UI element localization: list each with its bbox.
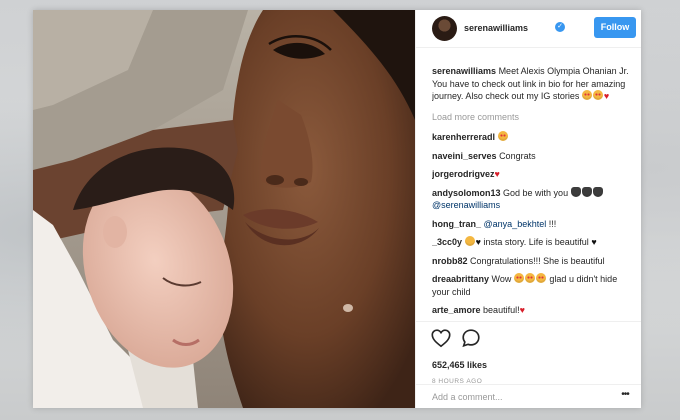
smiling-emoji-icon	[464, 236, 475, 246]
add-comment-input[interactable]	[432, 389, 602, 405]
comment-username[interactable]: karenherreradl	[432, 132, 495, 142]
comment-text: Wow	[491, 274, 512, 284]
heart-eyes-emoji-icon	[524, 273, 535, 283]
post-photo	[33, 10, 415, 408]
comment-text: beautiful!	[483, 305, 520, 315]
heart-eyes-emoji-icon	[513, 273, 524, 283]
post-header: serenawilliams ✓ Follow	[416, 10, 641, 48]
praying-hands-emoji-icon	[592, 186, 603, 197]
follow-button[interactable]: Follow	[594, 17, 636, 38]
comments-list: serenawilliams Meet Alexis Olympia Ohani…	[432, 65, 637, 319]
red-heart-icon: ♥	[603, 91, 610, 101]
comment-text: !!!	[548, 218, 557, 229]
heart-eyes-emoji-icon	[592, 90, 603, 100]
comment-text: Congrats	[499, 150, 536, 161]
comment-item: _3cc0y ♥ insta story. Life is beautiful …	[432, 236, 637, 249]
comment-username[interactable]: _3cc0y	[432, 237, 462, 247]
comment-item: dreaabrittany Wow glad u didn't hide you…	[432, 273, 637, 298]
praying-hands-emoji-icon	[570, 186, 581, 197]
comment-item: naveini_serves Congrats	[432, 150, 637, 163]
heart-outline-icon[interactable]	[430, 327, 452, 349]
comment-item: hong_tran_ @anya_bekhtel !!!	[432, 218, 637, 231]
comment-item: arte_amore beautiful!♥	[432, 304, 637, 317]
verified-badge-icon: ✓	[555, 22, 565, 32]
likes-count[interactable]: 652,465 likes	[432, 360, 487, 370]
comment-username[interactable]: dreaabrittany	[432, 274, 489, 284]
comment-mention[interactable]: @serenawilliams	[432, 200, 500, 210]
comment-text: Congratulations!!! She is beautiful	[470, 255, 605, 266]
comment-username[interactable]: naveini_serves	[432, 151, 497, 161]
heart-eyes-emoji-icon	[535, 273, 546, 283]
black-heart-icon: ♥	[591, 237, 597, 247]
header-username[interactable]: serenawilliams	[464, 23, 528, 33]
heart-eyes-emoji-icon	[581, 90, 592, 100]
comment-username[interactable]: hong_tran_	[432, 219, 481, 229]
comment-mention[interactable]: @anya_bekhtel	[484, 219, 547, 229]
red-heart-icon: ♥	[494, 169, 500, 179]
red-heart-icon: ♥	[519, 305, 525, 315]
comment-item: karenherreradl	[432, 131, 637, 144]
mother-and-newborn-photo	[33, 10, 415, 408]
comment-item: nrobb82 Congratulations!!! She is beauti…	[432, 255, 637, 268]
comment-username[interactable]: arte_amore	[432, 305, 481, 315]
speech-bubble-icon[interactable]	[460, 327, 482, 349]
comment-item: jorgerodrigvez♥	[432, 168, 637, 181]
praying-hands-emoji-icon	[581, 186, 592, 197]
comment-username[interactable]: nrobb82	[432, 256, 468, 266]
comment-item: andysolomon13 God be with you @serenawil…	[432, 186, 637, 212]
ellipsis-icon[interactable]: •••	[617, 389, 633, 403]
heart-eyes-emoji-icon	[497, 131, 508, 141]
instagram-post: serenawilliams ✓ Follow serenawilliams M…	[33, 10, 641, 408]
load-more-comments-link[interactable]: Load more comments	[432, 111, 637, 124]
comment-username[interactable]: jorgerodrigvez	[432, 169, 495, 179]
comment-text: God be with you	[503, 187, 569, 198]
caption-username[interactable]: serenawilliams	[432, 66, 496, 76]
black-heart-icon: ♥	[475, 237, 481, 247]
comment-username[interactable]: andysolomon13	[432, 188, 501, 198]
post-caption: serenawilliams Meet Alexis Olympia Ohani…	[432, 65, 637, 103]
avatar[interactable]	[432, 16, 457, 41]
comment-text: insta story. Life is beautiful	[483, 237, 589, 247]
add-comment-bar: •••	[416, 384, 641, 408]
post-side-panel: serenawilliams ✓ Follow serenawilliams M…	[415, 10, 641, 408]
